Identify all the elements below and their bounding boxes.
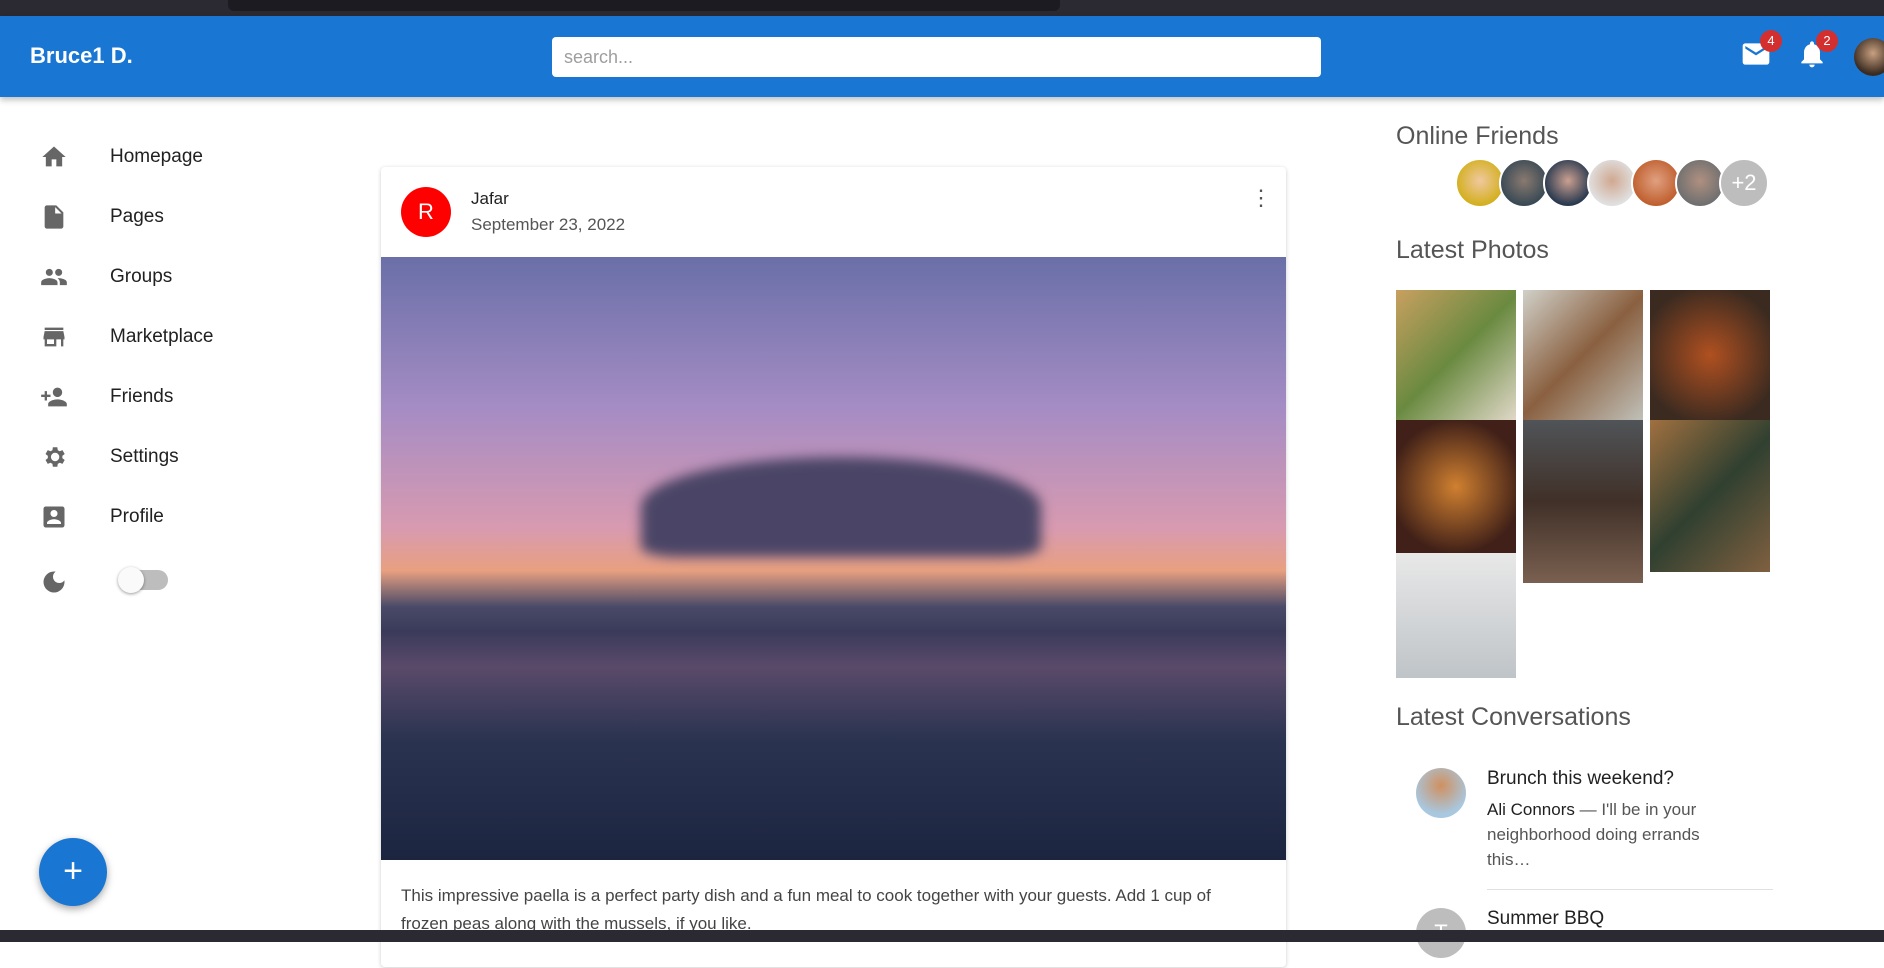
latest-conversations-title: Latest Conversations xyxy=(1396,703,1631,731)
photo-thumbnail[interactable] xyxy=(1523,290,1643,420)
conversation-divider xyxy=(1487,889,1773,890)
more-vert-icon: ⋮ xyxy=(1250,185,1272,210)
friend-avatar[interactable] xyxy=(1675,158,1725,208)
dark-mode-label xyxy=(40,562,100,602)
sidebar-item-friends[interactable]: Friends xyxy=(40,377,280,417)
conversation-title: Summer BBQ xyxy=(1487,908,1605,929)
sidebar-item-marketplace[interactable]: Marketplace xyxy=(40,317,280,357)
photo-thumbnail[interactable] xyxy=(1650,420,1770,572)
gear-icon xyxy=(45,447,65,467)
notifications-button[interactable]: 2 xyxy=(1796,30,1838,74)
photo-thumbnail[interactable] xyxy=(1396,553,1516,678)
friend-avatar[interactable] xyxy=(1499,158,1549,208)
dark-mode-toggle[interactable] xyxy=(118,567,168,593)
sidebar-item-label: Groups xyxy=(110,266,173,287)
conversation-title: Brunch this weekend? xyxy=(1487,768,1674,789)
browser-url-bar[interactable] xyxy=(228,0,1060,11)
sidebar-item-label: Friends xyxy=(110,386,174,407)
more-friends-avatar[interactable]: +2 xyxy=(1719,158,1769,208)
conversation-item[interactable]: Brunch this weekend? Ali Connors — I'll … xyxy=(1416,768,1773,890)
groups-icon xyxy=(41,268,67,286)
post-image-cloud xyxy=(641,457,1041,557)
friend-avatar[interactable] xyxy=(1455,158,1505,208)
store-icon xyxy=(43,327,65,347)
file-icon xyxy=(44,205,64,229)
user-avatar[interactable] xyxy=(1854,38,1884,76)
moon-icon xyxy=(43,571,65,593)
sidebar-item-profile[interactable]: Profile xyxy=(40,497,280,537)
mail-button[interactable]: 4 xyxy=(1740,30,1782,74)
brand-title[interactable]: Bruce1 D. xyxy=(30,43,133,69)
browser-chrome xyxy=(0,0,1884,16)
friend-avatar[interactable] xyxy=(1543,158,1593,208)
conversation-preview: Ali Connors — I'll be in your neighborho… xyxy=(1487,797,1717,872)
post-author: Jafar xyxy=(471,189,509,208)
taskbar xyxy=(0,930,1884,942)
person-add-icon xyxy=(41,387,67,407)
sidebar-item-groups[interactable]: Groups xyxy=(40,257,280,297)
online-friends-title: Online Friends xyxy=(1396,122,1559,150)
post-image xyxy=(381,257,1286,860)
photo-thumbnail[interactable] xyxy=(1523,420,1643,583)
more-options-button[interactable]: ⋮ xyxy=(1250,187,1272,223)
photo-thumbnail[interactable] xyxy=(1650,290,1770,420)
sidebar-item-label: Pages xyxy=(110,206,164,227)
sidebar-item-settings[interactable]: Settings xyxy=(40,437,280,477)
latest-photos-grid xyxy=(1396,290,1772,680)
photo-thumbnail[interactable] xyxy=(1396,420,1516,553)
mail-badge: 4 xyxy=(1760,30,1782,52)
sidebar-item-label: Profile xyxy=(110,506,164,527)
latest-photos-title: Latest Photos xyxy=(1396,236,1549,264)
add-fab-button[interactable]: + xyxy=(39,838,107,906)
photo-thumbnail[interactable] xyxy=(1396,290,1516,420)
post-author-avatar[interactable]: R xyxy=(401,187,451,237)
friend-avatar[interactable] xyxy=(1631,158,1681,208)
account-box-icon xyxy=(43,506,65,528)
online-friends-list: +2 xyxy=(1455,158,1769,208)
sidebar-item-label: Homepage xyxy=(110,146,203,167)
conversation-avatar xyxy=(1416,768,1466,818)
conversation-sender: Ali Connors xyxy=(1487,800,1575,819)
sidebar-item-homepage[interactable]: Homepage xyxy=(40,137,280,177)
search-input[interactable] xyxy=(552,37,1321,77)
home-icon xyxy=(42,146,66,167)
post-card: R Jafar September 23, 2022 ⋮ This impres… xyxy=(381,167,1286,967)
post-date: September 23, 2022 xyxy=(471,215,626,234)
friend-avatar[interactable] xyxy=(1587,158,1637,208)
sidebar-item-label: Marketplace xyxy=(110,326,214,347)
toggle-thumb xyxy=(118,567,144,593)
sidebar-item-label: Settings xyxy=(110,446,179,467)
sidebar-item-pages[interactable]: Pages xyxy=(40,197,280,237)
notifications-badge: 2 xyxy=(1816,30,1838,52)
app-bar: Bruce1 D. 4 2 xyxy=(0,16,1884,97)
